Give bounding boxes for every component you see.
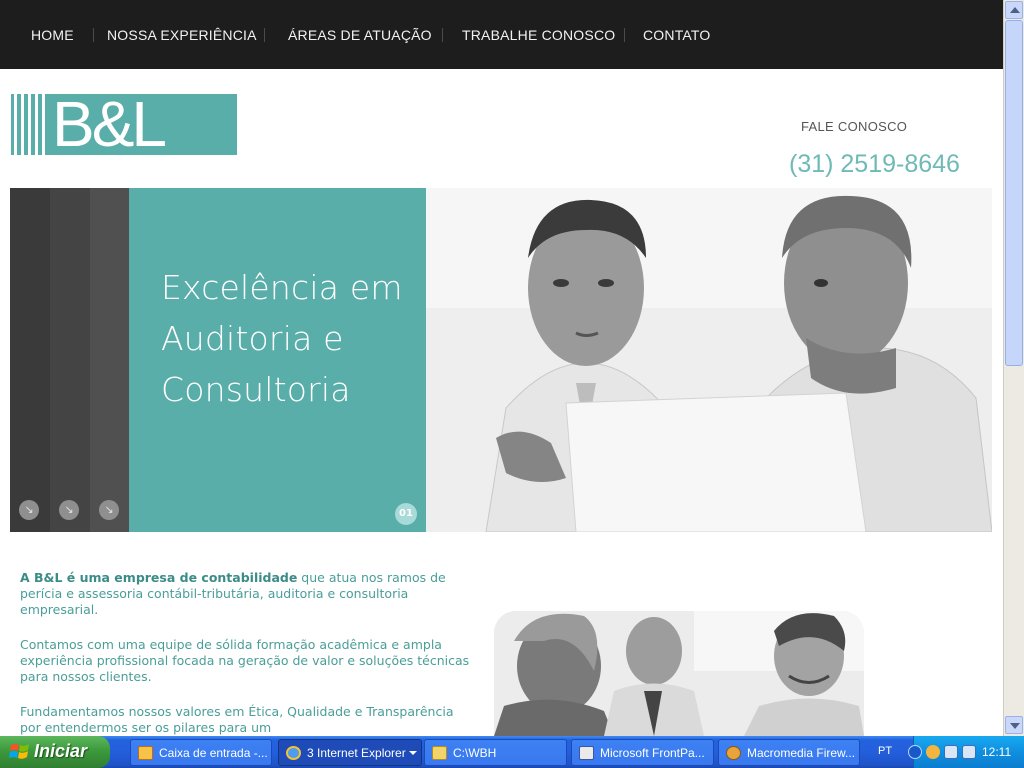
network-icon[interactable] — [944, 745, 958, 759]
slide-arrow-icon[interactable]: ↘ — [59, 500, 79, 520]
language-indicator[interactable]: PT — [878, 745, 892, 757]
nav-trabalhe-conosco[interactable]: TRABALHE CONOSCO — [462, 27, 615, 43]
bl-logo[interactable]: B&L — [11, 94, 237, 155]
nav-contato[interactable]: CONTATO — [643, 27, 711, 43]
about-lead: A B&L é uma empresa de contabilidade — [20, 570, 298, 585]
fireworks-icon — [726, 746, 741, 760]
start-label: Iniciar — [34, 741, 88, 761]
nav-areas-de-atuacao[interactable]: ÁREAS DE ATUAÇÃO — [288, 27, 432, 43]
network-icon[interactable] — [962, 745, 976, 759]
about-paragraph: Fundamentamos nossos valores em Ética, Q… — [20, 704, 454, 735]
about-text: A B&L é uma empresa de contabilidade que… — [20, 570, 470, 755]
nav-divider — [93, 28, 94, 42]
logo-text: B&L — [52, 94, 167, 155]
hero-title: Excelência em Auditoria e Consultoria — [161, 262, 403, 415]
frontpage-icon — [579, 746, 594, 760]
hero-slider: ↘ ↘ ↘ Excelência em Auditoria e Consulto… — [10, 188, 992, 532]
nav-divider — [264, 28, 265, 42]
nav-nossa-experiencia[interactable]: NOSSA EXPERIÊNCIA — [107, 27, 257, 43]
contact-label: FALE CONOSCO — [801, 119, 908, 134]
taskbar-item-label: Macromedia Firew... — [747, 746, 856, 760]
hero-photo-businessmen — [426, 188, 992, 532]
clock: 12:11 — [982, 745, 1012, 759]
nav-home[interactable]: HOME — [31, 27, 74, 43]
dropdown-arrow-icon[interactable] — [409, 751, 417, 755]
nav-divider — [624, 28, 625, 42]
slide-number-badge[interactable]: 01 — [395, 503, 417, 525]
phone-number: (31) 2519-8646 — [789, 150, 960, 178]
hero-title-line: Excelência em — [161, 268, 403, 307]
windows-logo-icon — [9, 744, 29, 759]
taskbar-item-label: C:\WBH — [453, 746, 497, 760]
folder-icon — [432, 746, 447, 760]
taskbar-item-folder[interactable]: C:\WBH — [424, 739, 567, 766]
taskbar-item-mail[interactable]: Caixa de entrada -... — [130, 739, 272, 766]
top-navigation-bar: HOME NOSSA EXPERIÊNCIA ÁREAS DE ATUAÇÃO … — [0, 0, 1003, 69]
taskbar-item-label: 3 Internet Explorer — [307, 746, 406, 760]
arrow-up-icon — [1010, 7, 1020, 13]
hero-text-panel: Excelência em Auditoria e Consultoria 01 — [129, 188, 426, 532]
hero-title-line: Auditoria e — [161, 319, 344, 358]
slide-arrow-icon[interactable]: ↘ — [19, 500, 39, 520]
slide-tab[interactable]: ↘ — [10, 188, 50, 532]
slide-tab[interactable]: ↘ — [50, 188, 90, 532]
hero-photo-illustration — [426, 188, 992, 532]
ie-icon — [286, 746, 301, 760]
slide-arrow-icon[interactable]: ↘ — [99, 500, 119, 520]
vertical-scrollbar[interactable] — [1003, 0, 1024, 736]
taskbar-item-label: Microsoft FrontPa... — [600, 746, 705, 760]
taskbar-item-fireworks[interactable]: Macromedia Firew... — [718, 739, 860, 766]
windows-taskbar: Iniciar Caixa de entrada -... 3 Internet… — [0, 736, 1024, 768]
about-paragraph: Contamos com uma equipe de sólida formaç… — [20, 637, 470, 684]
scrollbar-thumb[interactable] — [1005, 20, 1023, 366]
hero-title-line: Consultoria — [161, 370, 351, 409]
team-photo — [494, 611, 864, 736]
slide-tab[interactable]: ↘ — [90, 188, 130, 532]
about-paragraph: A B&L é uma empresa de contabilidade que… — [20, 570, 470, 618]
show-hidden-icons-icon[interactable] — [908, 745, 922, 759]
taskbar-item-internet-explorer[interactable]: 3 Internet Explorer — [278, 739, 422, 766]
taskbar-item-label: Caixa de entrada -... — [159, 746, 268, 760]
scroll-up-button[interactable] — [1005, 1, 1023, 19]
start-button[interactable]: Iniciar — [0, 736, 110, 768]
mail-icon — [138, 746, 153, 760]
messenger-icon[interactable] — [926, 745, 940, 759]
arrow-down-icon — [1010, 723, 1020, 729]
taskbar-item-frontpage[interactable]: Microsoft FrontPa... — [571, 739, 714, 766]
team-photo-illustration — [494, 611, 864, 736]
nav-divider — [442, 28, 443, 42]
scroll-down-button[interactable] — [1005, 716, 1023, 734]
